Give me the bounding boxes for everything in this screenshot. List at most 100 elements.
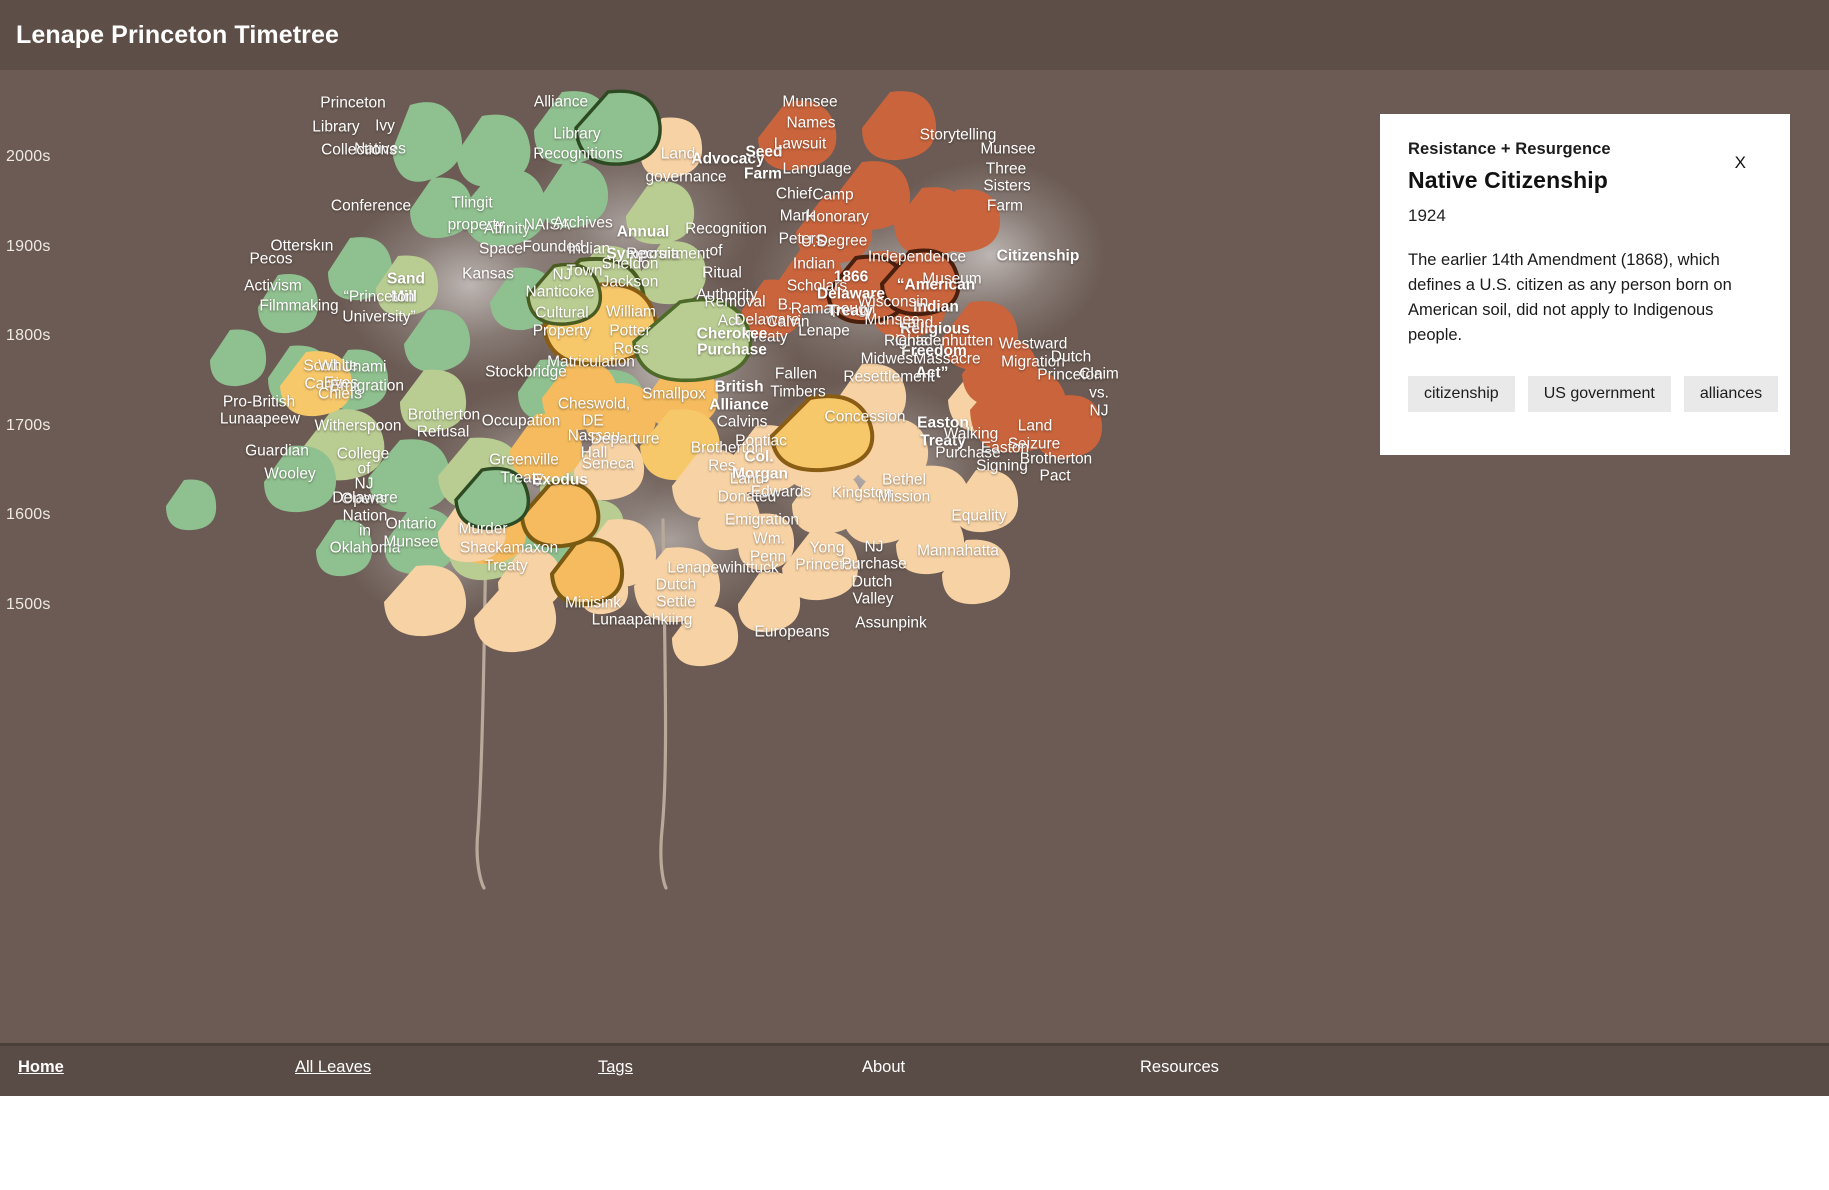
leaf-label[interactable]: Filmmaking: [259, 298, 338, 316]
leaf-label[interactable]: Recognitions: [533, 146, 623, 164]
tag-citizenship[interactable]: citizenship: [1408, 376, 1515, 413]
leaf-label[interactable]: Refusal: [417, 424, 470, 442]
nav-link-about[interactable]: About: [862, 1058, 905, 1077]
leaf-label[interactable]: Lawsuit: [774, 136, 827, 154]
leaf-label[interactable]: Murder: [458, 521, 507, 539]
leaf-label[interactable]: Lunaapeew: [220, 411, 300, 429]
leaf-label[interactable]: Yong: [810, 540, 845, 558]
leaf-label[interactable]: Calvins: [717, 414, 768, 432]
timetree-visualization[interactable]: Princeton Ivy Natives Library Collections All…: [110, 70, 1200, 1030]
leaf-label[interactable]: Removal: [704, 294, 765, 312]
leaf-label[interactable]: Wm.: [753, 531, 785, 549]
nav-link-home[interactable]: Home: [18, 1058, 64, 1077]
leaf-label[interactable]: Emigration: [725, 512, 799, 530]
leaf-label[interactable]: Activism: [244, 278, 302, 296]
leaf-label[interactable]: Wooley: [264, 466, 315, 484]
leaf-label[interactable]: Unami: [342, 359, 387, 377]
leaf-label[interactable]: Bethel: [882, 472, 926, 490]
leaf-label[interactable]: Princeton: [320, 95, 385, 113]
leaf-label[interactable]: Indian: [793, 256, 835, 274]
leaf-label[interactable]: Farm: [744, 166, 782, 184]
leaf-label[interactable]: Purchase: [841, 556, 906, 574]
leaf-label[interactable]: Language: [783, 161, 852, 179]
leaf-label[interactable]: Treaty: [484, 558, 527, 576]
leaf-label[interactable]: Brotherton: [408, 407, 480, 425]
leaf-label[interactable]: NJ: [865, 539, 884, 557]
leaf-label[interactable]: Three: [986, 161, 1027, 179]
leaf-label[interactable]: Assunpink: [855, 615, 927, 633]
leaf-label[interactable]: Pecos: [249, 251, 292, 269]
leaf-label[interactable]: Lenapewihittuck: [667, 560, 778, 578]
leaf-label[interactable]: Tlingit: [451, 195, 492, 213]
leaf-label[interactable]: Fallen: [775, 366, 817, 384]
close-panel-button[interactable]: X: [1735, 154, 1746, 171]
leaf-label[interactable]: NJ: [553, 267, 572, 285]
leaf-label[interactable]: Honorary: [805, 209, 869, 227]
leaf-label[interactable]: Library: [553, 126, 600, 144]
leaf-label[interactable]: Sisters: [983, 178, 1030, 196]
leaf-label[interactable]: Delaware: [332, 490, 397, 508]
leaf-label[interactable]: Timbers: [770, 384, 825, 402]
tag-us-government[interactable]: US government: [1527, 376, 1671, 413]
leaf-label[interactable]: Dutch: [852, 574, 893, 592]
leaf-label[interactable]: Gnadenhutten: [895, 333, 993, 351]
leaf-label[interactable]: in: [359, 523, 371, 541]
leaf-label[interactable]: Dutch: [1051, 349, 1092, 367]
leaf-label[interactable]: Brotherton: [1020, 451, 1092, 469]
leaf-label[interactable]: Collections: [321, 142, 397, 160]
leaf-label[interactable]: “Princeton: [344, 289, 415, 307]
leaf-label[interactable]: Cheswold,: [558, 396, 630, 414]
leaf-label[interactable]: University”: [342, 309, 415, 327]
leaf-label[interactable]: Farm: [987, 198, 1023, 216]
leaf-label[interactable]: Sheldon: [602, 256, 659, 274]
leaf-label[interactable]: Wisconsin: [858, 294, 929, 312]
leaf-label[interactable]: Land: [661, 146, 695, 164]
leaf-label[interactable]: Edwards: [751, 484, 811, 502]
leaf-label[interactable]: Ivy: [375, 118, 395, 136]
leaf-label[interactable]: Ontario: [386, 516, 437, 534]
leaf-label[interactable]: Exodus: [532, 472, 588, 490]
leaf-label[interactable]: Land: [899, 315, 933, 333]
leaf-label[interactable]: Names: [786, 115, 835, 133]
leaf-label[interactable]: “American: [897, 277, 975, 295]
tag-alliances[interactable]: alliances: [1683, 376, 1779, 413]
nav-link-tags[interactable]: Tags: [598, 1058, 633, 1077]
leaf-label[interactable]: B.: [778, 297, 793, 315]
leaf-label[interactable]: Munsee: [782, 94, 837, 112]
leaf-label[interactable]: Ritual: [702, 265, 742, 283]
leaf-label[interactable]: Lunaapahkiing: [592, 612, 693, 630]
leaf-label[interactable]: Departure: [591, 431, 660, 449]
leaf-label[interactable]: Library: [312, 119, 359, 137]
leaf-label[interactable]: Col.: [744, 449, 773, 467]
leaf-label[interactable]: Seneca: [582, 456, 635, 474]
leaf-label[interactable]: Potter: [609, 323, 650, 341]
leaf-label[interactable]: Dutch: [656, 577, 697, 595]
leaf-label[interactable]: Camp: [812, 187, 853, 205]
leaf-label[interactable]: Massacre: [913, 351, 980, 369]
leaf-label[interactable]: Guardian: [245, 443, 309, 461]
leaf-label[interactable]: Independence: [868, 249, 966, 267]
nav-link-resources[interactable]: Resources: [1140, 1058, 1219, 1077]
leaf-label[interactable]: 1866: [834, 269, 868, 287]
leaf-label[interactable]: Land: [1018, 418, 1052, 436]
leaf-label[interactable]: Purchase: [697, 342, 767, 360]
leaf-label[interactable]: Minisink: [565, 595, 621, 613]
leaf-label[interactable]: Conference: [331, 198, 411, 216]
leaf-label[interactable]: Munsee: [383, 534, 438, 552]
leaf-label[interactable]: Stockbridge: [485, 364, 567, 382]
leaf-label[interactable]: Cultural: [535, 305, 588, 323]
leaf-label[interactable]: governance: [645, 169, 726, 187]
leaf-label[interactable]: Sand: [387, 271, 425, 289]
leaf-label[interactable]: Witherspoon: [314, 418, 401, 436]
leaf-label[interactable]: of: [710, 243, 723, 261]
leaf-label[interactable]: Claim: [1079, 366, 1119, 384]
leaf-label[interactable]: Pact: [1039, 468, 1070, 486]
leaf-label[interactable]: Annual: [617, 224, 670, 242]
leaf-label[interactable]: Valley: [852, 591, 893, 609]
leaf-label[interactable]: Resettlement: [843, 369, 934, 387]
leaf-label[interactable]: Chief: [776, 186, 812, 204]
leaf-label[interactable]: Settle: [656, 594, 696, 612]
leaf-label[interactable]: Shackamaxon: [460, 540, 558, 558]
leaf-label[interactable]: Citizenship: [997, 248, 1080, 266]
nav-link-all-leaves[interactable]: All Leaves: [295, 1058, 371, 1077]
